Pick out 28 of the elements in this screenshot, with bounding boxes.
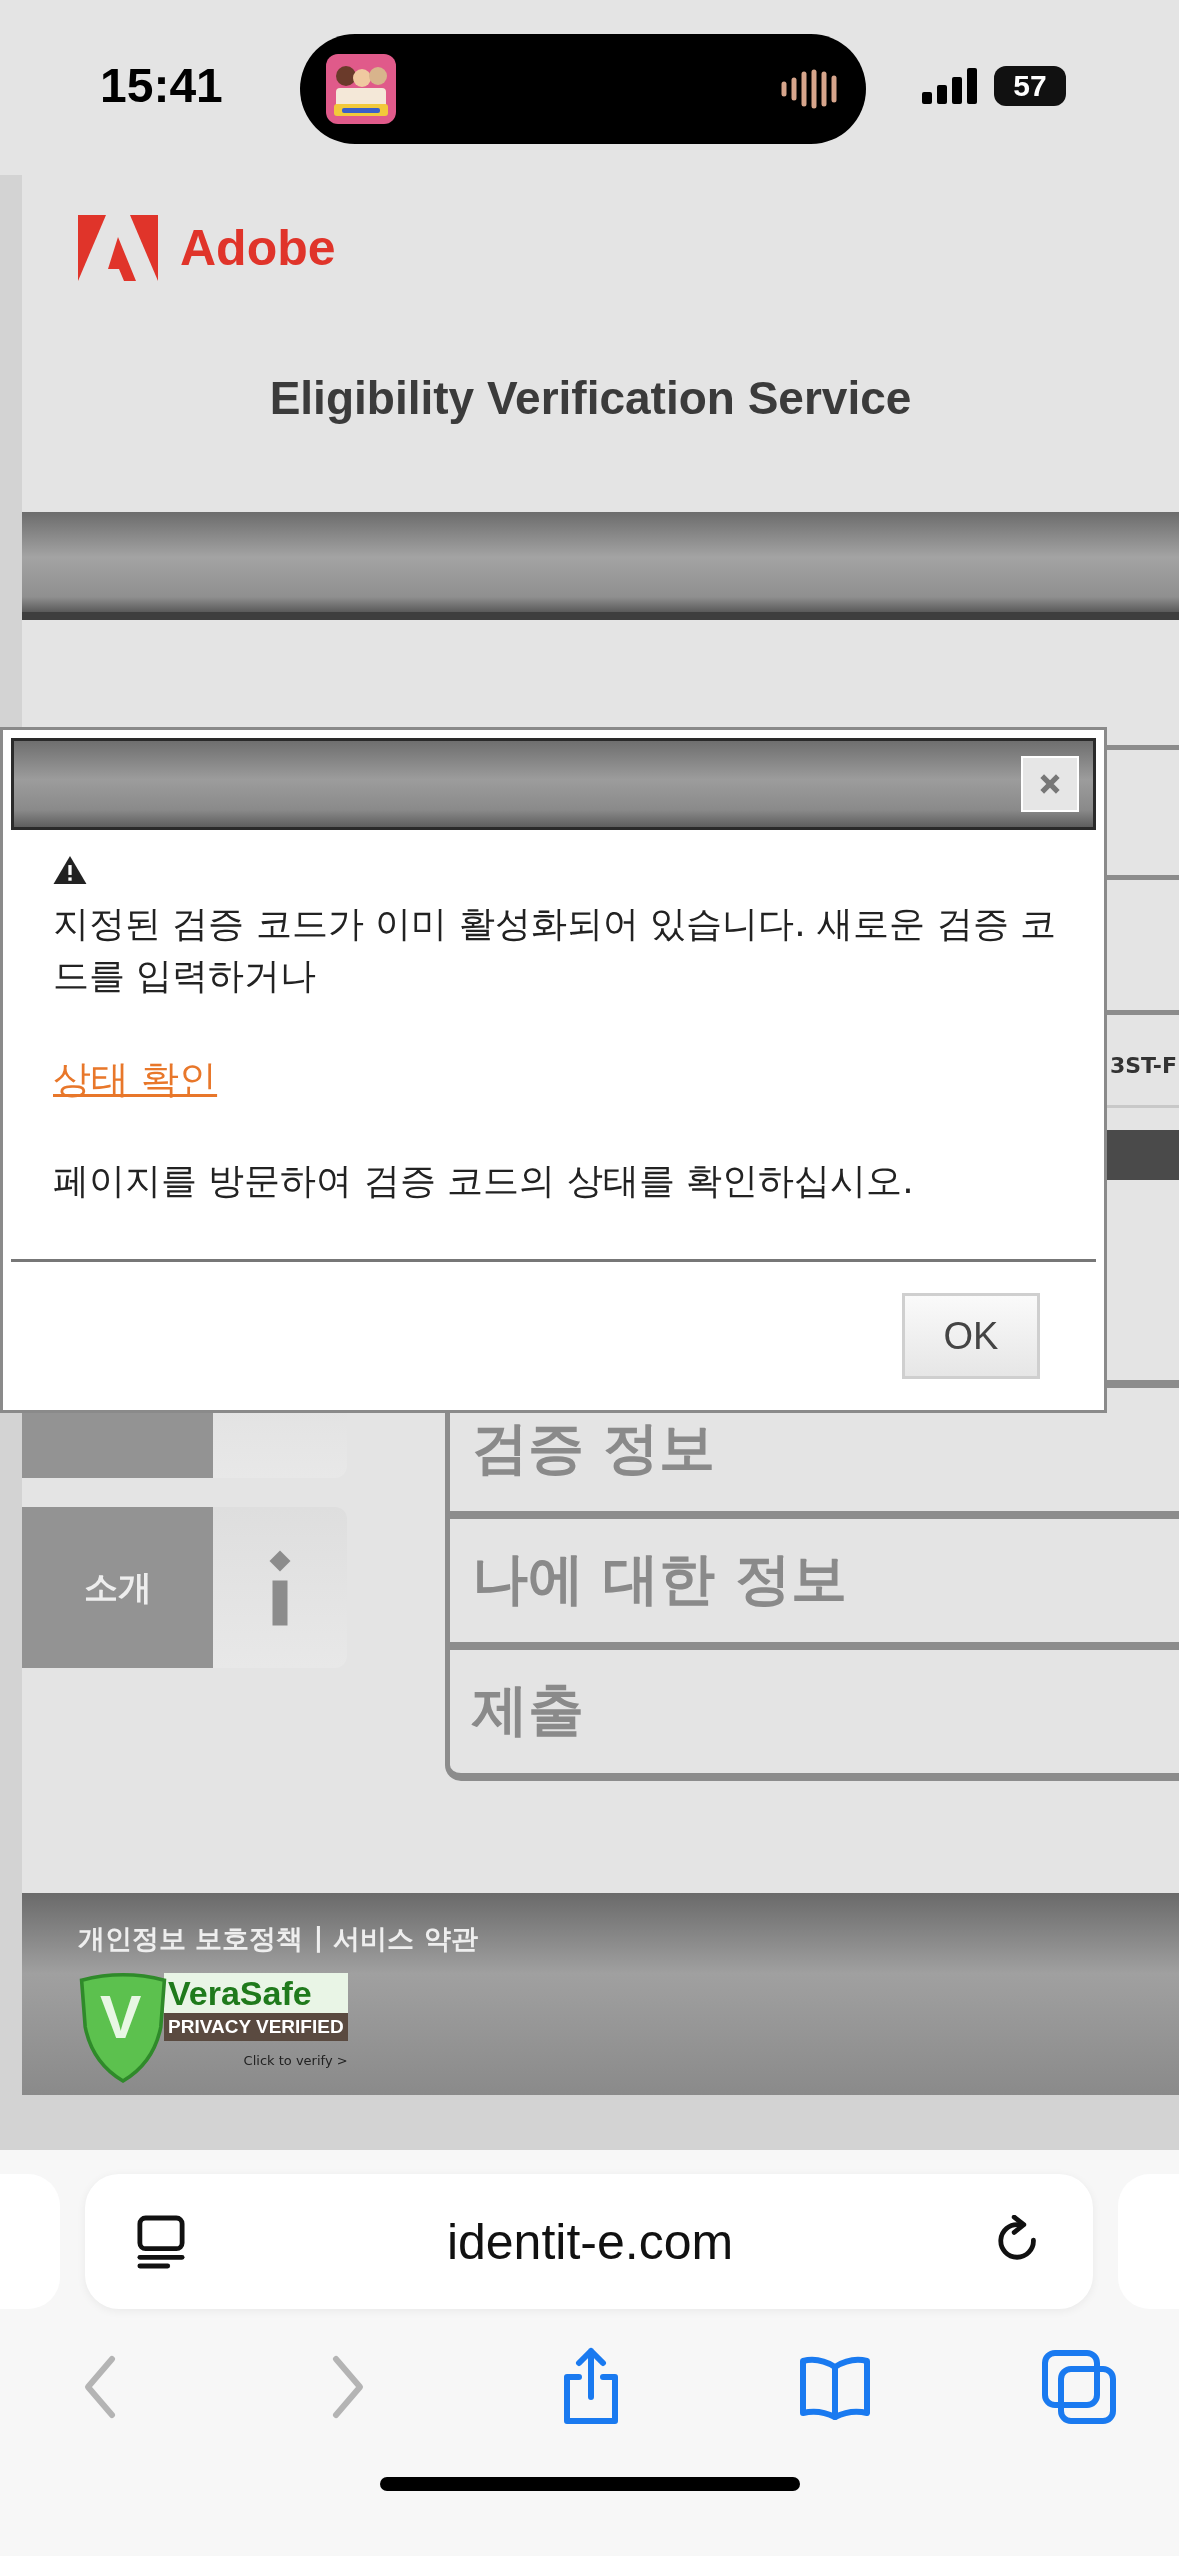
tile-label: 소개 xyxy=(83,1565,152,1609)
tabs-icon[interactable] xyxy=(1039,2347,1119,2427)
step-label[interactable]: 검증 정보 xyxy=(472,1411,716,1488)
page-menu-icon[interactable] xyxy=(137,2214,185,2269)
logo-text: Adobe xyxy=(180,219,336,277)
status-check-link[interactable]: 상태 확인 xyxy=(53,1054,218,1105)
adobe-logo-icon xyxy=(78,215,158,281)
dialog-message: 지정된 검증 코드가 이미 활성화되어 있습니다. 새로운 검증 코드를 입력하거나 xyxy=(53,902,1057,998)
code-field-value: 3ST-F xyxy=(1109,1052,1178,1078)
badge-action: Click to verify > xyxy=(243,2053,348,2068)
close-button[interactable] xyxy=(1021,756,1079,812)
url-text: identit-e.com xyxy=(446,2212,734,2271)
page-title: Eligibility Verification Service xyxy=(268,371,913,425)
link-separator: | xyxy=(313,1921,324,1955)
ok-button[interactable]: OK xyxy=(902,1293,1040,1379)
step-label[interactable]: 제출 xyxy=(472,1673,584,1750)
address-bar[interactable]: identit-e.com xyxy=(85,2174,1093,2309)
badge-mark: V xyxy=(100,1981,142,2052)
step-label[interactable]: 나에 대한 정보 xyxy=(472,1542,847,1619)
dialog-note: 페이지를 방문하여 검증 코드의 상태를 확인하십시오. xyxy=(53,1159,915,1203)
footer-link[interactable]: 서비스 약관 xyxy=(333,1921,478,1957)
battery-level: 57 xyxy=(1013,69,1047,103)
badge-brand: VeraSafe xyxy=(164,1973,348,2013)
signal-icon xyxy=(922,68,978,104)
warning-icon xyxy=(53,856,87,884)
status-time: 15:41 xyxy=(100,58,223,113)
footer-link[interactable]: 개인정보 보호정책 xyxy=(78,1921,304,1957)
badge-caption: PRIVACY VERIFIED xyxy=(164,2013,348,2041)
